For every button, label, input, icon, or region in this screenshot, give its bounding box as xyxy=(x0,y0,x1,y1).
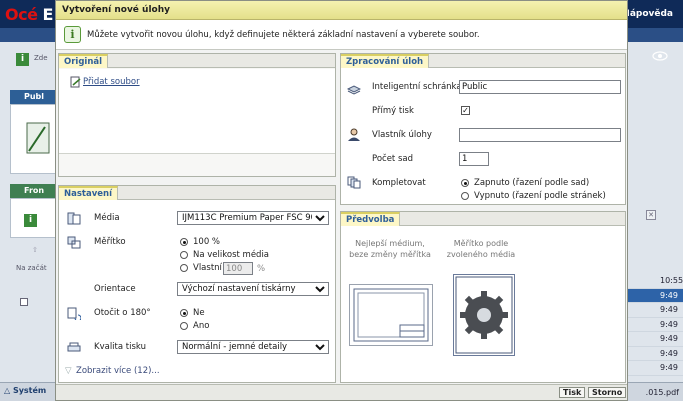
direct-print-label: Přímý tisk xyxy=(372,106,414,116)
start-text: Na začát xyxy=(16,264,47,272)
tab-preset[interactable]: Předvolba xyxy=(341,212,401,226)
add-file-link[interactable]: Přidat soubor xyxy=(83,77,140,87)
collate-icon xyxy=(347,176,361,189)
preset-best-media-title: Nejlepší médium, beze změny měřítka xyxy=(349,239,431,259)
settings-panel: Nastavení Média IJM113C Premium Paper FS… xyxy=(58,185,336,383)
section-front[interactable]: Fron xyxy=(10,184,56,198)
row-checkbox[interactable] xyxy=(20,298,28,306)
inbox-icon xyxy=(347,85,361,95)
scale-radio-custom[interactable]: Vlastní xyxy=(180,263,222,273)
orientation-select[interactable]: Výchozí nastavení tiskárny xyxy=(177,282,329,296)
rotate-radio-no[interactable]: Ne xyxy=(180,308,205,318)
owner-label: Vlastník úlohy xyxy=(372,130,432,140)
copies-input[interactable] xyxy=(459,152,489,166)
scale-radio-fit-media[interactable]: Na velikost média xyxy=(180,250,269,260)
user-icon xyxy=(348,128,360,141)
intro-text: Můžete vytvořit novou úlohu, když definu… xyxy=(87,30,480,40)
info-icon: i xyxy=(16,53,29,66)
media-icon xyxy=(67,212,81,225)
print-button[interactable]: Tisk xyxy=(559,387,586,398)
direct-print-checkbox[interactable]: ✓ xyxy=(461,106,470,115)
help-link[interactable]: Nápověda xyxy=(622,9,673,19)
owner-input[interactable] xyxy=(459,128,621,142)
arrow-up-icon: ⇧ xyxy=(32,246,38,254)
chevron-down-icon: ▽ xyxy=(65,366,72,376)
tab-settings[interactable]: Nastavení xyxy=(59,186,118,200)
show-more-link[interactable]: Zobrazit více (12)... xyxy=(76,366,160,376)
new-job-dialog: Vytvoření nové úlohy i Můžete vytvořit n… xyxy=(55,0,628,401)
preset-best-media[interactable] xyxy=(349,284,433,346)
collate-radio-off[interactable]: Vypnuto (řazení podle stránek) xyxy=(461,191,606,201)
info-icon-2: i xyxy=(24,214,37,227)
section-public-body xyxy=(10,104,56,174)
gear-image-icon xyxy=(455,276,513,354)
collate-label: Kompletovat xyxy=(372,178,426,188)
info-text: Zde xyxy=(34,54,48,62)
drawing-sheet-icon xyxy=(353,288,429,342)
add-file-icon[interactable] xyxy=(69,76,83,89)
tab-processing[interactable]: Zpracování úloh xyxy=(341,54,430,68)
original-panel: Originál Přidat soubor xyxy=(58,53,336,177)
app-logo: Océ E xyxy=(5,5,53,24)
intro-bar: i Můžete vytvořit novou úlohu, když defi… xyxy=(56,20,627,50)
document-icon xyxy=(26,122,50,154)
rotate-radio-yes[interactable]: Ano xyxy=(180,321,209,331)
smart-inbox-label: Inteligentní schránka xyxy=(372,82,462,92)
tab-original[interactable]: Originál xyxy=(59,54,109,68)
quality-select[interactable]: Normální - jemné detaily xyxy=(177,340,329,354)
rotate-label: Otočit o 180° xyxy=(94,308,151,318)
eye-icon[interactable] xyxy=(652,50,668,62)
printer-icon xyxy=(67,342,81,352)
scale-label: Měřítko xyxy=(94,237,126,247)
rotate-icon xyxy=(67,307,81,320)
media-select[interactable]: IJM113C Premium Paper FSC 90 xyxy=(177,211,329,225)
scale-custom-unit: % xyxy=(257,264,266,274)
info-icon: i xyxy=(64,26,81,43)
copies-label: Počet sad xyxy=(372,154,413,164)
media-label: Média xyxy=(94,213,120,223)
preset-scale-media-title: Měřítko podle zvoleného média xyxy=(446,239,516,259)
close-icon[interactable]: ✕ xyxy=(646,210,656,220)
scale-radio-100[interactable]: 100 % xyxy=(180,237,220,247)
job-times-list: 10:55 9:49 9:49 9:49 9:49 9:49 9:49 xyxy=(628,274,683,376)
dialog-title: Vytvoření nové úlohy xyxy=(56,1,627,20)
cancel-button[interactable]: Storno xyxy=(588,387,627,398)
system-tab[interactable]: △ Systém xyxy=(4,386,46,395)
preset-scale-media[interactable] xyxy=(453,274,515,356)
scale-icon xyxy=(67,236,81,249)
section-public[interactable]: Publ xyxy=(10,90,56,104)
collate-radio-on[interactable]: Zapnuto (řazení podle sad) xyxy=(461,178,589,188)
smart-inbox-input[interactable] xyxy=(459,80,621,94)
quality-label: Kvalita tisku xyxy=(94,342,146,352)
orientation-label: Orientace xyxy=(94,284,136,294)
file-name: .015.pdf xyxy=(645,388,679,397)
dialog-footer: Tisk Storno xyxy=(56,384,627,400)
preset-panel: Předvolba Nejlepší médium, beze změny mě… xyxy=(340,211,626,383)
scale-custom-input[interactable] xyxy=(223,262,253,275)
processing-panel: Zpracování úloh Inteligentní schránka Př… xyxy=(340,53,626,205)
